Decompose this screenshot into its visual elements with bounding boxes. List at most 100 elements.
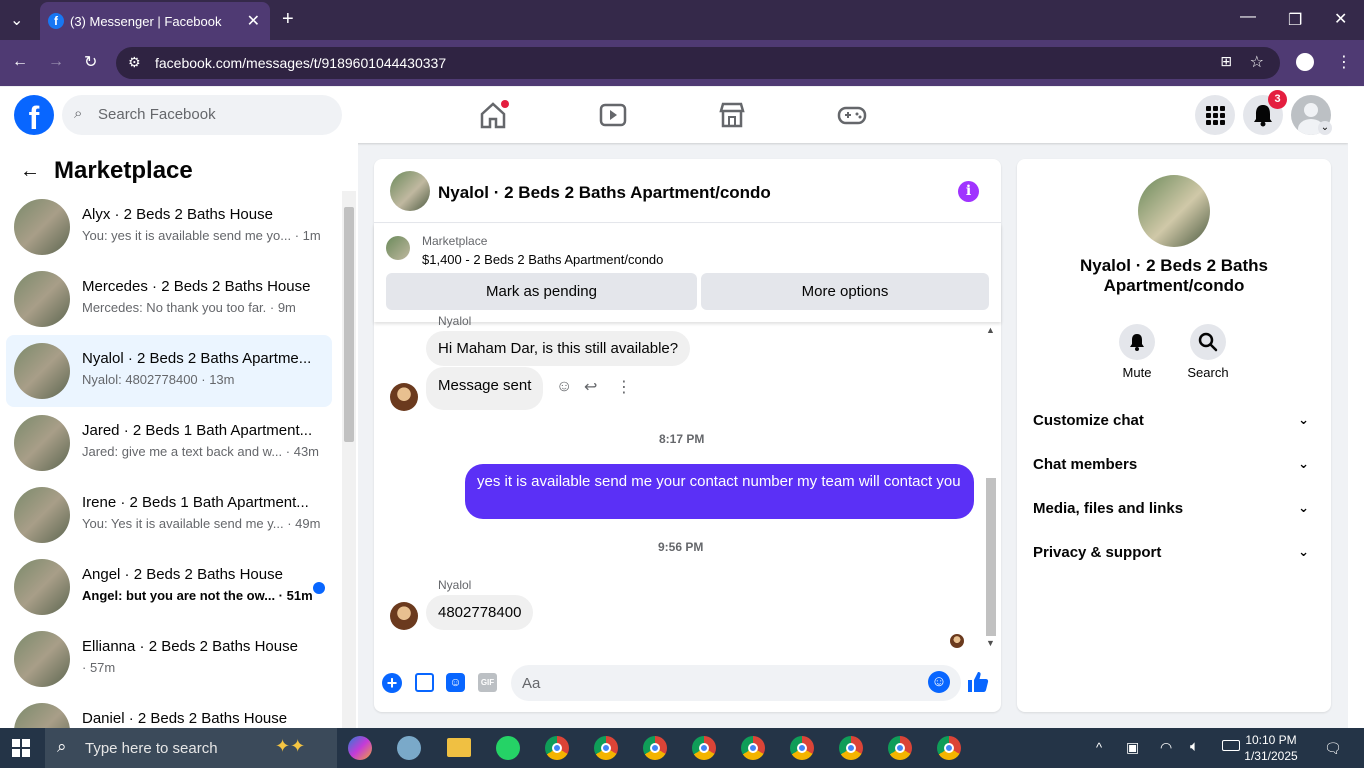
message-bubble[interactable]: Hi Maham Dar, is this still available? xyxy=(426,331,691,366)
chrome-app-icon[interactable] xyxy=(937,736,961,760)
volume-icon[interactable]: 🔈︎ xyxy=(1190,738,1199,755)
conversation-preview: You: Yes it is available send me y... · … xyxy=(82,516,321,531)
chrome-app-icon[interactable] xyxy=(692,736,716,760)
window-close-icon[interactable]: ✕ xyxy=(1334,9,1347,29)
mute-button[interactable] xyxy=(1119,324,1155,360)
sender-avatar[interactable] xyxy=(390,602,418,630)
home-icon[interactable] xyxy=(476,98,510,132)
app-icon[interactable] xyxy=(397,736,421,760)
chat-avatar[interactable] xyxy=(390,171,430,211)
reply-icon[interactable]: ↩ xyxy=(584,377,597,397)
chrome-app-icon[interactable] xyxy=(545,736,569,760)
details-name: Nyalol · 2 Beds 2 Baths Apartment/condo xyxy=(1079,256,1268,295)
conversation-name: Irene · 2 Beds 1 Bath Apartment... xyxy=(82,494,309,511)
wifi-icon[interactable]: ◠ xyxy=(1160,739,1172,756)
timestamp: 8:17 PM xyxy=(659,432,705,446)
chrome-app-icon[interactable] xyxy=(643,736,667,760)
search-conversation-button[interactable] xyxy=(1190,324,1226,360)
page-scrollbar[interactable] xyxy=(1348,87,1364,728)
chevron-down-icon: ⌄ xyxy=(1298,412,1309,427)
copilot-app-icon[interactable] xyxy=(348,736,372,760)
messages-scroll-thumb[interactable] xyxy=(986,478,996,636)
conversation-avatar xyxy=(14,559,70,615)
plus-icon[interactable]: + xyxy=(382,673,402,693)
chevron-down-icon: ⌄ xyxy=(1298,500,1309,515)
emoji-icon[interactable]: ☺ xyxy=(928,671,950,693)
taskbar-clock[interactable]: 10:10 PM 1/31/2025 xyxy=(1236,732,1306,764)
thumbs-up-icon[interactable] xyxy=(966,670,990,694)
message-bubble[interactable]: 4802778400 xyxy=(426,595,534,630)
gaming-icon[interactable] xyxy=(835,98,869,132)
sidebar-scroll-thumb[interactable] xyxy=(344,207,354,442)
tray-app-icon[interactable]: ▣ xyxy=(1126,739,1139,756)
bookmark-star-icon[interactable]: ☆ xyxy=(1250,52,1264,72)
account-chevron-icon[interactable]: ⌄ xyxy=(1318,121,1332,135)
conversation-item[interactable]: Mercedes · 2 Beds 2 Baths House Mercedes:… xyxy=(6,263,332,335)
search-label: Search xyxy=(1187,365,1229,380)
section-label: Customize chat xyxy=(1033,412,1144,429)
listing-title[interactable]: $1,400 - 2 Beds 2 Baths Apartment/condo xyxy=(422,252,663,267)
conversation-item[interactable]: Ellianna · 2 Beds 2 Baths House · 57m xyxy=(6,623,332,695)
conversation-item[interactable]: Irene · 2 Beds 1 Bath Apartment... You: Y… xyxy=(6,479,332,551)
conversation-avatar xyxy=(14,271,70,327)
gif-icon[interactable]: GIF xyxy=(478,673,497,692)
scroll-down-icon[interactable]: ▼ xyxy=(986,638,995,648)
mark-pending-button[interactable]: Mark as pending xyxy=(386,273,697,310)
file-explorer-icon[interactable] xyxy=(447,738,471,757)
more-actions-icon[interactable]: ⋮ xyxy=(616,377,632,397)
chrome-app-icon[interactable] xyxy=(594,736,618,760)
conversation-item[interactable]: Angel · 2 Beds 2 Baths House Angel: but y… xyxy=(6,551,332,623)
conversation-name: Angel · 2 Beds 2 Baths House xyxy=(82,566,283,583)
photo-icon[interactable] xyxy=(415,673,434,692)
marketplace-icon[interactable] xyxy=(715,98,749,132)
conversation-name: Ellianna · 2 Beds 2 Baths House xyxy=(82,638,298,655)
conversation-item[interactable]: Nyalol · 2 Beds 2 Baths Apartme... Nyalol… xyxy=(6,335,332,407)
more-options-button[interactable]: More options xyxy=(701,273,989,310)
conversation-preview: · 57m xyxy=(82,660,116,675)
chrome-app-icon[interactable] xyxy=(790,736,814,760)
restore-icon[interactable]: ❐ xyxy=(1288,10,1302,30)
browser-menu-icon[interactable]: ⋮ xyxy=(1336,52,1352,72)
details-avatar[interactable] xyxy=(1138,175,1210,247)
notification-center-icon[interactable]: 🗨︎ xyxy=(1324,740,1342,757)
video-icon[interactable] xyxy=(596,98,630,132)
install-app-icon[interactable]: ⊞ xyxy=(1220,53,1232,70)
conversation-preview: Jared: give me a text back and w... · 43… xyxy=(82,444,320,459)
conversation-name: Nyalol · 2 Beds 2 Baths Apartme... xyxy=(82,350,312,367)
info-icon[interactable]: i xyxy=(958,181,979,202)
chrome-app-icon[interactable] xyxy=(741,736,765,760)
minimize-icon[interactable]: — xyxy=(1240,8,1256,26)
chat-members-section[interactable]: Chat members ⌄ xyxy=(1033,456,1315,478)
my-message-bubble[interactable]: yes it is available send me your contact… xyxy=(465,464,974,519)
react-icon[interactable]: ☺ xyxy=(556,378,572,396)
chevron-down-icon: ⌄ xyxy=(1298,544,1309,559)
customize-chat-section[interactable]: Customize chat ⌄ xyxy=(1033,412,1315,434)
profile-icon[interactable] xyxy=(1296,53,1314,71)
conversation-item[interactable]: Daniel · 2 Beds 2 Baths House xyxy=(6,695,332,728)
menu-grid-button[interactable] xyxy=(1195,95,1235,135)
tray-expand-icon[interactable]: ^ xyxy=(1096,740,1102,755)
sticker-icon[interactable]: ☺ xyxy=(446,673,465,692)
conversation-avatar xyxy=(14,703,70,728)
message-bubble[interactable]: Message sent xyxy=(426,367,544,410)
conversation-avatar xyxy=(14,199,70,255)
chat-title[interactable]: Nyalol · 2 Beds 2 Baths Apartment/condo xyxy=(438,183,771,203)
listing-thumbnail[interactable] xyxy=(386,236,410,260)
windows-start-icon[interactable] xyxy=(12,739,30,757)
conversation-item[interactable]: Alyx · 2 Beds 2 Baths House You: yes it i… xyxy=(6,191,332,263)
conversation-preview: Angel: but you are not the ow... · 51m xyxy=(82,588,313,603)
message-input[interactable]: Aa ☺ xyxy=(511,665,961,701)
taskbar-search[interactable]: ⌕ Type here to search ✦✦ xyxy=(45,728,337,768)
chrome-app-icon[interactable] xyxy=(888,736,912,760)
conversation-avatar xyxy=(14,487,70,543)
sender-name: Nyalol xyxy=(438,578,472,592)
privacy-support-section[interactable]: Privacy & support ⌄ xyxy=(1033,544,1315,566)
copilot-sparkle-icon[interactable]: ✦✦ xyxy=(275,736,305,757)
scroll-up-icon[interactable]: ▲ xyxy=(986,325,995,335)
whatsapp-icon[interactable] xyxy=(496,736,520,760)
conversation-item[interactable]: Jared · 2 Beds 1 Bath Apartment... Jared:… xyxy=(6,407,332,479)
media-files-section[interactable]: Media, files and links ⌄ xyxy=(1033,500,1315,522)
chrome-app-icon[interactable] xyxy=(839,736,863,760)
timestamp: 9:56 PM xyxy=(658,540,704,554)
sender-avatar[interactable] xyxy=(390,383,418,411)
